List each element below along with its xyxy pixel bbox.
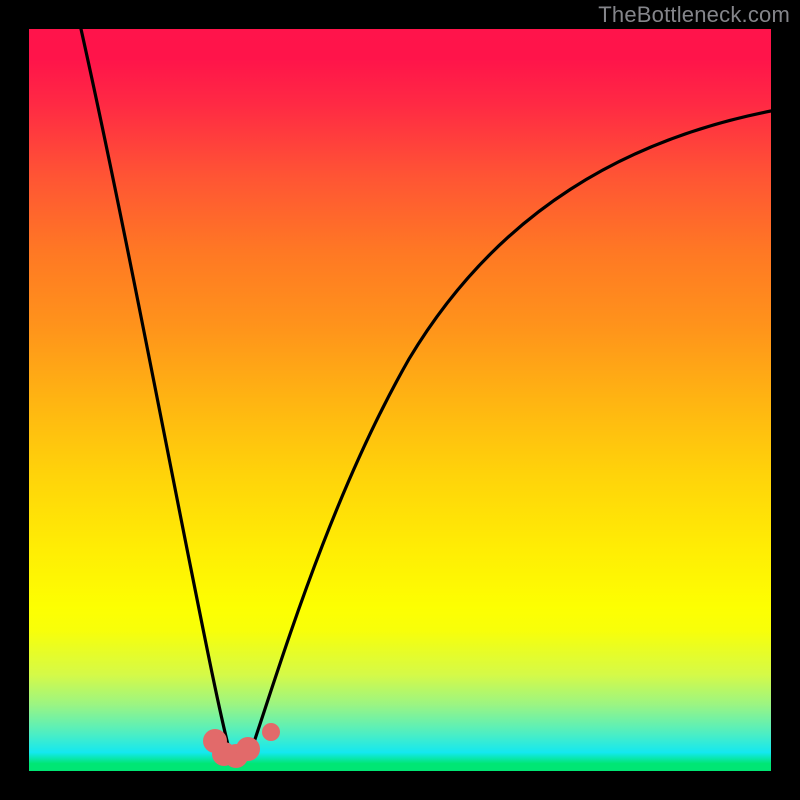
marker-group <box>203 723 280 768</box>
curve-layer <box>29 29 771 771</box>
marker-dot <box>236 737 260 761</box>
marker-dot <box>262 723 280 741</box>
watermark-text: TheBottleneck.com <box>598 2 790 28</box>
right-curve <box>251 111 771 751</box>
left-curve <box>81 29 229 749</box>
plot-frame <box>29 29 771 771</box>
